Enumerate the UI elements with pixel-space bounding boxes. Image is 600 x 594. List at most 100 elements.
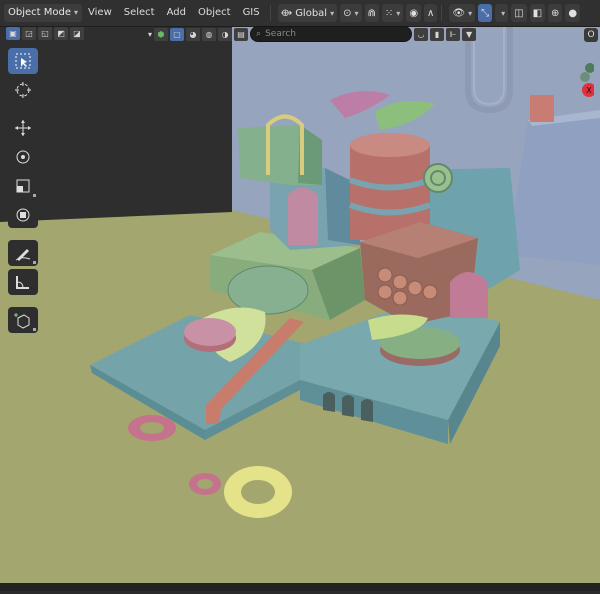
texture-icon: ▤ <box>237 29 245 39</box>
shading-wireframe-button[interactable]: ⊕ <box>548 4 563 22</box>
magnet-icon: ⋒ <box>367 7 376 19</box>
chevron-down-icon: ▾ <box>330 8 335 18</box>
chevron-down-icon: ▾ <box>354 8 359 18</box>
tool-move[interactable] <box>8 115 38 141</box>
ruler-icon <box>16 276 29 289</box>
render-icon: ◑ <box>221 29 229 39</box>
tool-scale[interactable] <box>8 173 38 199</box>
select-new-icon: ▣ <box>9 29 17 38</box>
solid-sphere-icon: ● <box>568 7 578 19</box>
eye-icon: 👁 <box>452 7 466 19</box>
pink-arch <box>288 187 318 245</box>
tool-select-box[interactable] <box>8 48 38 74</box>
scale-icon <box>16 179 30 193</box>
scene-render <box>0 0 600 591</box>
proportional-editing-toggle[interactable]: ◉ <box>406 4 422 22</box>
viewport-header: Object Mode ▾ View Select Add Object GIS… <box>0 0 600 27</box>
search-field[interactable]: ⌕ Search <box>250 26 413 42</box>
tool-rotate[interactable] <box>8 144 38 170</box>
orientation-label: Global <box>295 7 328 19</box>
tool-header: ▣ ◲ ◱ ◩ ◪ ▾ ⬢ ▢ ◕ ◍ ◑ ▤ ⌕ Search ◡ ▮ ⊩ ▼ <box>0 26 600 43</box>
pink-block <box>450 272 488 318</box>
filter-dropdown[interactable]: ◡ <box>414 27 429 41</box>
gizmo-toggle[interactable]: ⤡ <box>478 4 493 22</box>
shading-solid-button[interactable]: ● <box>565 4 581 22</box>
filter-render-button[interactable]: ◑ <box>218 27 233 41</box>
filter-material-button[interactable]: ◕ <box>186 27 201 41</box>
xray-icon: ◧ <box>532 7 543 19</box>
tool-options-indicator <box>33 261 36 264</box>
snap-toggle[interactable]: ⋒ <box>364 4 379 22</box>
chevron-down-icon: ▾ <box>74 8 79 17</box>
filter-texture-button[interactable]: ▤ <box>234 27 249 41</box>
divider <box>441 5 443 21</box>
chevron-down-icon: ◡ <box>417 29 425 39</box>
outliner-filter-group: ▾ ⬢ ▢ ◕ ◍ ◑ ▤ ⌕ Search ◡ ▮ ⊩ ▼ <box>148 26 477 42</box>
mode-selector[interactable]: Object Mode ▾ <box>4 4 83 22</box>
search-icon: ⌕ <box>256 29 262 39</box>
chevron-down-icon[interactable]: ▾ <box>148 30 152 39</box>
world-icon: ◍ <box>205 29 213 39</box>
select-intersect-button[interactable]: ◪ <box>70 27 84 40</box>
select-invert-button[interactable]: ◩ <box>54 27 68 40</box>
pencil-icon <box>15 249 31 261</box>
divider <box>269 5 271 21</box>
3d-viewport[interactable] <box>0 0 600 591</box>
add-cube-icon <box>14 313 30 329</box>
funnel-icon: ▼ <box>465 29 473 39</box>
tool-add-cube[interactable] <box>8 307 38 333</box>
wireframe-sphere-icon: ⊕ <box>551 7 560 19</box>
snap-target-dropdown[interactable]: ⁙ ▾ <box>381 4 404 22</box>
transform-icon <box>16 208 30 222</box>
material-icon: ◕ <box>189 29 197 39</box>
menu-object[interactable]: Object <box>192 2 237 24</box>
visibility-dropdown[interactable]: 👁 ▾ <box>449 4 476 22</box>
menu-select[interactable]: Select <box>118 2 161 24</box>
hierarchy-button[interactable]: ⊩ <box>446 27 461 41</box>
navigation-gizmo[interactable]: X <box>580 62 596 125</box>
bookmark-icon: ▮ <box>434 29 440 39</box>
status-bar <box>0 583 600 591</box>
tool-measure[interactable] <box>8 269 38 295</box>
select-extend-icon: ◲ <box>25 29 33 38</box>
overlay-toggle[interactable]: ◫ <box>511 4 527 22</box>
falloff-dropdown[interactable]: ∧ <box>424 4 438 22</box>
select-box-icon <box>15 53 31 69</box>
cube-icon: ⬢ <box>157 29 165 39</box>
select-subtract-icon: ◱ <box>41 29 49 38</box>
filter-object-button[interactable]: ▢ <box>170 27 185 41</box>
select-new-button[interactable]: ▣ <box>6 27 20 40</box>
tool-transform[interactable] <box>8 202 38 228</box>
corner-button[interactable]: O <box>584 28 598 42</box>
xray-toggle[interactable]: ◧ <box>529 4 546 22</box>
proportional-icon: ◉ <box>409 7 419 19</box>
funnel-filter-button[interactable]: ▼ <box>462 27 477 41</box>
move-icon <box>15 120 31 136</box>
cursor-icon <box>15 82 31 98</box>
grid-snap-icon: ⁙ <box>384 7 394 19</box>
gizmo-icon: ⤡ <box>481 7 490 19</box>
chevron-down-icon: ▾ <box>501 8 506 18</box>
pivot-icon: ⊙ <box>343 7 352 19</box>
filter-world-button[interactable]: ◍ <box>202 27 217 41</box>
menu-add[interactable]: Add <box>161 2 192 24</box>
axis-gizmo-icon: X <box>582 63 596 97</box>
select-invert-icon: ◩ <box>57 29 65 38</box>
search-placeholder: Search <box>265 29 296 39</box>
bookmark-button[interactable]: ▮ <box>430 27 445 41</box>
tool-cursor[interactable] <box>8 77 38 103</box>
orientation-icon: ⟴ <box>280 7 293 19</box>
menu-view[interactable]: View <box>82 2 118 24</box>
select-extend-button[interactable]: ◲ <box>22 27 36 40</box>
transform-orientation-dropdown[interactable]: ⟴ Global ▾ <box>277 4 338 22</box>
tool-annotate[interactable] <box>8 240 38 266</box>
pivot-point-dropdown[interactable]: ⊙ ▾ <box>340 4 362 22</box>
menu-gis[interactable]: GIS <box>237 2 266 24</box>
gizmo-dropdown[interactable]: ▾ <box>495 4 509 22</box>
select-intersect-icon: ◪ <box>73 29 81 38</box>
select-subtract-button[interactable]: ◱ <box>38 27 52 40</box>
rotate-icon <box>16 150 30 164</box>
scene-collection-button[interactable]: ⬢ <box>154 27 169 41</box>
falloff-curve-icon: ∧ <box>427 7 435 19</box>
overlay-icon: ◫ <box>514 7 524 19</box>
